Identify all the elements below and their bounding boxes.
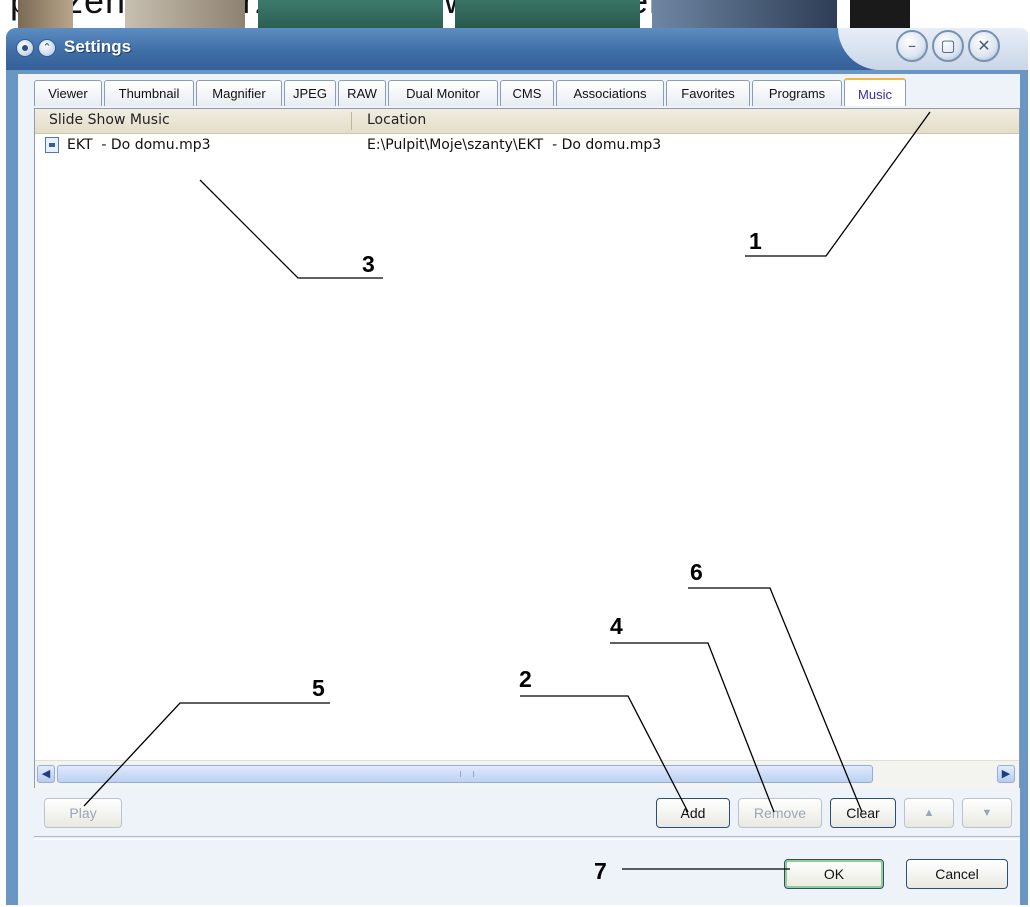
play-button[interactable]: Play	[44, 798, 122, 828]
clear-button[interactable]: Clear	[830, 798, 896, 828]
column-header-location[interactable]: Location	[367, 112, 426, 128]
photo-thumbnail	[18, 0, 73, 30]
tab-associations[interactable]: Associations	[556, 80, 664, 106]
tab-jpeg[interactable]: JPEG	[284, 80, 336, 106]
maximize-button[interactable]: ▢	[932, 30, 964, 62]
ok-button[interactable]: OK	[784, 859, 884, 889]
settings-window: ⌃ Settings – ▢ ✕ Viewer Thumbnail Magnif…	[6, 28, 1028, 905]
music-file-location: E:\Pulpit\Moje\szanty\EKT - Do domu.mp3	[367, 137, 662, 153]
scrollbar-thumb[interactable]	[57, 765, 873, 783]
add-button[interactable]: Add	[656, 798, 730, 828]
list-header: Slide Show Music Location	[35, 109, 1019, 134]
list-item[interactable]: EKT - Do domu.mp3 E:\Pulpit\Moje\szanty\…	[35, 135, 1019, 157]
remove-button[interactable]: Remove	[738, 798, 822, 828]
tab-favorites[interactable]: Favorites	[666, 80, 750, 106]
audio-file-icon	[45, 137, 59, 153]
settings-panel: Viewer Thumbnail Magnifier JPEG RAW Dual…	[18, 74, 1020, 905]
scroll-left-button[interactable]: ◀	[37, 765, 55, 783]
photo-thumbnail	[850, 0, 910, 30]
move-down-button[interactable]: ▼	[962, 798, 1012, 828]
background-document: prezentacji. Przyciskiem (w) wywołujemy …	[0, 0, 1030, 30]
window-title: Settings	[64, 37, 132, 56]
system-menu-icon[interactable]	[16, 39, 34, 57]
music-file-name: EKT - Do domu.mp3	[67, 137, 211, 153]
scroll-right-button[interactable]: ▶	[997, 765, 1015, 783]
tab-programs[interactable]: Programs	[752, 80, 842, 106]
rollup-icon[interactable]: ⌃	[38, 39, 56, 57]
photo-thumbnail	[125, 0, 245, 30]
tab-magnifier[interactable]: Magnifier	[196, 80, 282, 106]
move-up-button[interactable]: ▲	[904, 798, 954, 828]
tab-raw[interactable]: RAW	[338, 80, 386, 106]
photo-thumbnail	[455, 0, 640, 30]
horizontal-scrollbar[interactable]: ◀ ▶	[35, 760, 1019, 788]
music-list[interactable]: Slide Show Music Location EKT - Do domu.…	[34, 108, 1020, 788]
cancel-button[interactable]: Cancel	[906, 859, 1008, 889]
tab-viewer[interactable]: Viewer	[34, 80, 102, 106]
tab-music[interactable]: Music	[844, 78, 906, 106]
tab-thumbnail[interactable]: Thumbnail	[104, 80, 194, 106]
separator	[34, 836, 1020, 840]
photo-thumbnail	[652, 0, 837, 30]
minimize-button[interactable]: –	[896, 30, 928, 62]
close-button[interactable]: ✕	[968, 30, 1000, 62]
tab-cms[interactable]: CMS	[500, 80, 554, 106]
photo-thumbnail	[258, 0, 443, 30]
title-bar: ⌃ Settings – ▢ ✕	[6, 28, 1028, 70]
tab-dual-monitor[interactable]: Dual Monitor	[388, 80, 498, 106]
column-header-slide-show-music[interactable]: Slide Show Music	[49, 112, 170, 128]
